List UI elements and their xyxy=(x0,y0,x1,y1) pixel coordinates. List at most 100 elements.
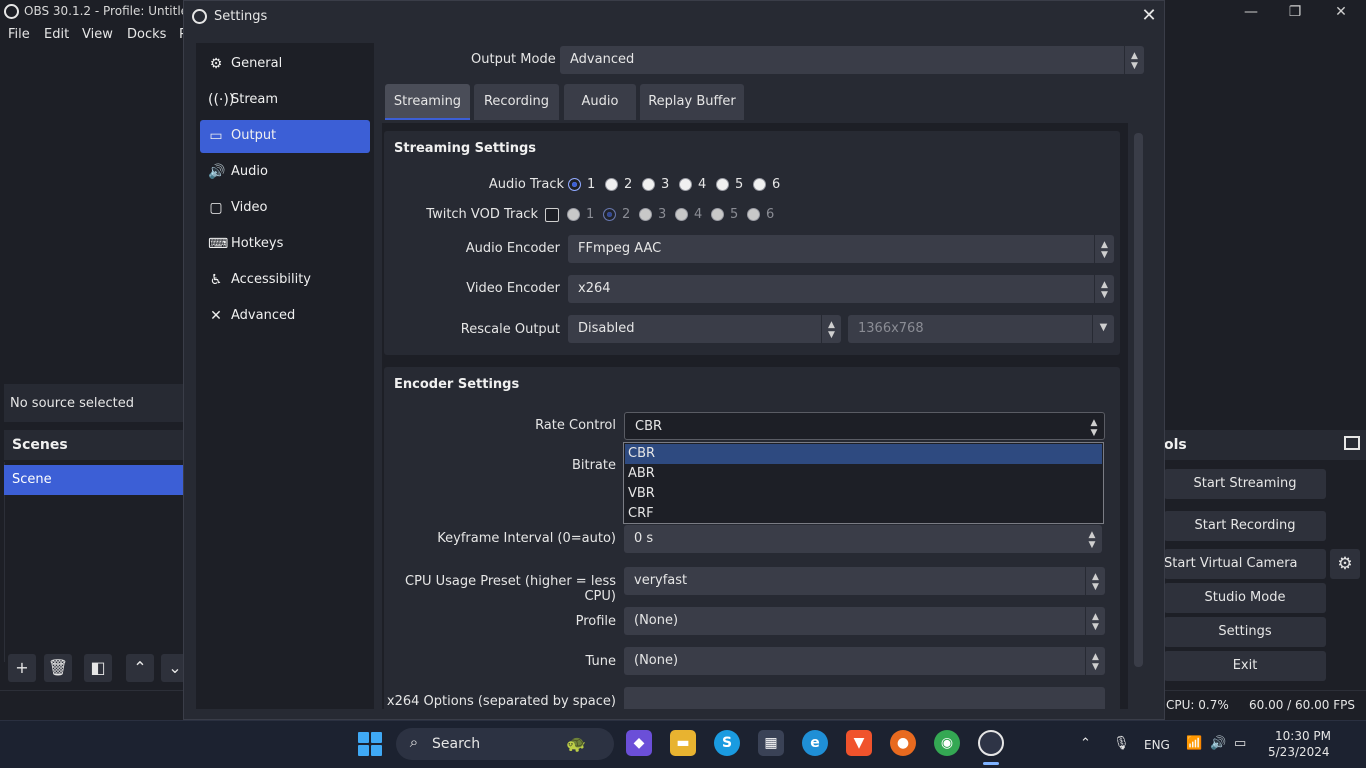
antenna-icon: ((·)) xyxy=(208,92,235,108)
video-encoder-select[interactable]: x264 ▲ ▼ xyxy=(568,275,1114,303)
maximize-icon[interactable]: ❐ xyxy=(1280,2,1310,22)
cpu-preset-select[interactable]: veryfast ▲ ▼ xyxy=(624,567,1105,595)
windows-start-icon[interactable] xyxy=(358,732,382,756)
tab-recording[interactable]: Recording xyxy=(474,84,559,120)
add-scene-icon[interactable]: + xyxy=(8,654,36,682)
vod-track-radio-label: 2 xyxy=(622,207,631,222)
gear-icon: ⚙ xyxy=(209,56,223,72)
updown-arrows-icon: ▲ ▼ xyxy=(1124,46,1144,74)
fps-label: 60.00 / 60.00 FPS xyxy=(1249,698,1355,712)
studio-mode-button[interactable]: Studio Mode xyxy=(1164,583,1326,613)
audio-track-radio-5[interactable] xyxy=(716,178,729,191)
accessibility-icon: ♿ xyxy=(209,272,223,288)
profile-select[interactable]: (None) ▲ ▼ xyxy=(624,607,1105,635)
rate-control-option-vbr[interactable]: VBR xyxy=(625,484,1102,504)
rate-control-option-crf[interactable]: CRF xyxy=(625,504,1102,524)
start-recording-button[interactable]: Start Recording xyxy=(1164,511,1326,541)
chrome-icon[interactable]: ◉ xyxy=(934,730,960,756)
nav-item-general[interactable]: ⚙ General xyxy=(200,48,370,81)
tab-replay-buffer[interactable]: Replay Buffer xyxy=(640,84,744,120)
brave-browser-icon[interactable]: ▼ xyxy=(846,730,872,756)
vod-track-radio-2[interactable] xyxy=(603,208,616,221)
audio-encoder-select[interactable]: FFmpeg AAC ▲ ▼ xyxy=(568,235,1114,263)
exit-button[interactable]: Exit xyxy=(1164,651,1326,681)
volume-icon[interactable]: 🔊 xyxy=(1210,736,1226,751)
scene-filters-icon[interactable]: ◧ xyxy=(84,654,112,682)
audio-track-radio-4[interactable] xyxy=(679,178,692,191)
taskbar-search-label: Search xyxy=(432,736,481,752)
rate-control-option-abr[interactable]: ABR xyxy=(625,464,1102,484)
vod-track-radio-3[interactable] xyxy=(639,208,652,221)
wifi-icon[interactable]: 📶 xyxy=(1186,736,1202,751)
audio-track-radio-2[interactable] xyxy=(605,178,618,191)
obs-taskbar-icon[interactable] xyxy=(978,730,1004,756)
twitch-vod-checkbox[interactable] xyxy=(545,208,559,222)
audio-track-radio-label: 5 xyxy=(735,177,744,192)
vod-track-radio-6[interactable] xyxy=(747,208,760,221)
updown-arrows-icon: ▲ ▼ xyxy=(1094,235,1114,263)
vod-track-radio-4[interactable] xyxy=(675,208,688,221)
tab-audio[interactable]: Audio xyxy=(564,84,636,120)
keyboard-icon: ⌨ xyxy=(208,236,229,252)
rate-control-option-cbr[interactable]: CBR xyxy=(625,444,1102,464)
start-streaming-button[interactable]: Start Streaming xyxy=(1164,469,1326,499)
scrollbar-thumb[interactable] xyxy=(1134,133,1143,667)
dock-float-icon[interactable] xyxy=(1344,436,1360,450)
close-icon[interactable]: ✕ xyxy=(1138,5,1160,27)
settings-button[interactable]: Settings xyxy=(1164,617,1326,647)
remove-scene-icon[interactable]: 🗑 xyxy=(44,654,72,682)
nav-item-hotkeys[interactable]: ⌨ Hotkeys xyxy=(200,228,370,261)
tune-select[interactable]: (None) ▲ ▼ xyxy=(624,647,1105,675)
rescale-resolution-value: 1366x768 xyxy=(858,321,924,336)
nav-item-advanced[interactable]: ✕ Advanced xyxy=(200,300,370,333)
audio-track-radio-1[interactable] xyxy=(568,178,581,191)
x264-options-label: x264 Options (separated by space) xyxy=(386,694,616,709)
skype-icon[interactable]: S xyxy=(714,730,740,756)
close-icon[interactable]: ✕ xyxy=(1326,2,1356,22)
x264-options-input[interactable] xyxy=(624,687,1105,709)
move-up-icon[interactable]: ⌃ xyxy=(126,654,154,682)
scene-toolbar: + 🗑 ◧ ⌃ ⌄ xyxy=(4,652,189,684)
vod-track-radio-5[interactable] xyxy=(711,208,724,221)
streaming-settings-group: Streaming Settings Audio Track 1 2 3 4 5… xyxy=(384,131,1120,355)
rescale-output-select[interactable]: Disabled ▲ ▼ xyxy=(568,315,841,343)
controls-title: ols xyxy=(1164,437,1187,453)
menu-file[interactable]: File xyxy=(8,27,30,42)
rate-control-select[interactable]: CBR ▲ ▼ xyxy=(624,412,1105,440)
nav-item-stream[interactable]: ((·)) Stream xyxy=(200,84,370,117)
nav-item-accessibility[interactable]: ♿ Accessibility xyxy=(200,264,370,297)
vod-track-radio-label: 4 xyxy=(694,207,703,222)
vod-track-radio-1[interactable] xyxy=(567,208,580,221)
video-encoder-value: x264 xyxy=(578,281,611,296)
microsoft-store-icon[interactable]: ▦ xyxy=(758,730,784,756)
nav-item-video[interactable]: ▢ Video xyxy=(200,192,370,225)
menu-docks[interactable]: Docks xyxy=(127,27,166,42)
output-mode-label: Output Mode xyxy=(471,52,556,67)
battery-icon[interactable]: ▭ xyxy=(1234,736,1246,751)
menu-edit[interactable]: Edit xyxy=(44,27,69,42)
clock-date[interactable]: 5/23/2024 xyxy=(1268,745,1330,759)
output-mode-select[interactable]: Advanced ▲ ▼ xyxy=(560,46,1144,74)
virtual-camera-gear-icon[interactable]: ⚙ xyxy=(1330,549,1360,579)
rescale-resolution-select[interactable]: 1366x768 ▼ xyxy=(848,315,1114,343)
audio-track-radio-3[interactable] xyxy=(642,178,655,191)
tray-overflow-chevron-icon[interactable]: ⌃ xyxy=(1080,736,1091,751)
clock-time[interactable]: 10:30 PM xyxy=(1275,729,1331,743)
keyframe-interval-input[interactable]: 0 s ▲ ▼ xyxy=(624,525,1102,553)
file-explorer-icon[interactable]: ▬ xyxy=(670,730,696,756)
menu-view[interactable]: View xyxy=(82,27,113,42)
firefox-icon[interactable]: ● xyxy=(890,730,916,756)
nav-item-audio[interactable]: 🔊 Audio xyxy=(200,156,370,189)
minimize-icon[interactable]: — xyxy=(1236,2,1266,22)
start-virtual-camera-button[interactable]: Start Virtual Camera xyxy=(1164,549,1326,579)
copilot-app-icon[interactable]: ◆ xyxy=(626,730,652,756)
audio-track-radio-6[interactable] xyxy=(753,178,766,191)
rate-control-dropdown: CBR ABR VBR CRF xyxy=(623,442,1104,524)
nav-item-output[interactable]: ▭ Output xyxy=(200,120,370,153)
tab-streaming[interactable]: Streaming xyxy=(385,84,470,120)
nav-item-label: Stream xyxy=(231,92,279,107)
microphone-icon[interactable]: 🎙 xyxy=(1113,736,1130,751)
edge-browser-icon[interactable]: e xyxy=(802,730,828,756)
language-indicator[interactable]: ENG xyxy=(1144,738,1170,752)
monitor-icon: ▢ xyxy=(209,200,223,216)
